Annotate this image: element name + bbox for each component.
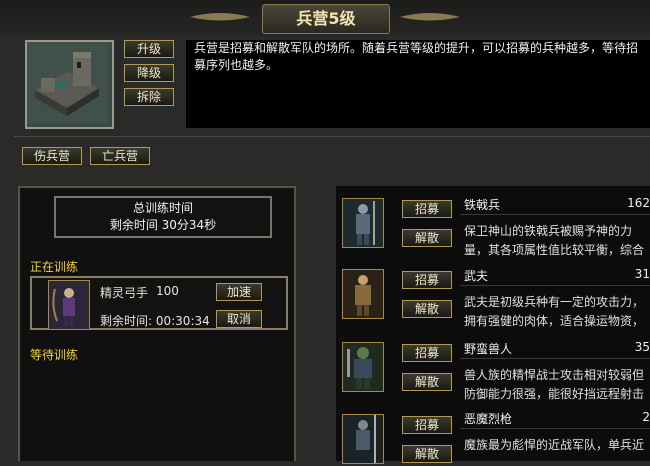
demolish-button[interactable]: 拆除 [124,88,174,106]
dismiss-button[interactable]: 解散 [402,300,452,318]
unit-description: 武夫是初级兵种有一定的攻击力， 拥有强健的肉体，适合操运物资， [464,293,650,331]
warrior-portrait [342,269,384,319]
unit-name: 铁戟兵 [464,198,501,212]
total-training-label: 总训练时间 [132,201,193,215]
unit-description-line: 兽人族的精悍战士攻击相对较弱但 [464,368,645,382]
divider [460,214,650,215]
in-training-label: 正在训练 [30,260,79,274]
total-remaining-time: 剩余时间 30分34秒 [109,218,217,232]
unit-name: 武夫 [464,269,489,283]
divider [460,285,650,286]
unit-count: 2 [642,410,650,424]
building-description: 兵营是招募和解散军队的场所。随着兵营等级的提升，可以招募的兵种越多，等待招募序列… [186,40,650,128]
recruit-button[interactable]: 招募 [402,271,452,289]
unit-count: 35 [634,340,650,354]
cancel-training-button[interactable]: 取消 [216,310,262,328]
unit-description: 保卫神山的铁戟兵被赐予神的力 量，其各项属性值比较平衡，综合 [464,222,650,260]
tab-wounded-camp[interactable]: 伤兵营 [22,147,82,165]
unit-description-line: 武夫是初级兵种有一定的攻击力， [464,295,645,309]
training-time-remaining: 剩余时间: 00:30:34 [100,314,210,328]
divider [460,428,650,429]
unit-row-savage-orc: 招募 解散 野蛮兽人 35 兽人族的精悍战士攻击相对较弱但 防御能力很强，能很好… [336,336,650,406]
speedup-button[interactable]: 加速 [216,283,262,301]
unit-count: 162 [627,196,650,210]
unit-row-demon-spear: 招募 解散 恶魔烈枪 2 魔族最为彪悍的近战军队，单兵近 [336,406,650,464]
unit-description: 魔族最为彪悍的近战军队，单兵近 [464,436,650,455]
recruit-button[interactable]: 招募 [402,200,452,218]
training-item: 精灵弓手 100 剩余时间: 00:30:34 加速 取消 [30,276,288,330]
unit-description-line: 保卫神山的铁戟兵被赐予神的力 [464,224,633,238]
unit-name: 恶魔烈枪 [464,412,513,426]
unit-count: 31 [634,267,650,281]
divider [14,136,650,137]
unit-description: 兽人族的精悍战士攻击相对较弱但 防御能力很强，能很好挡远程射击 [464,366,650,404]
unit-description-line: 拥有强健的肉体，适合操运物资， [464,314,645,328]
dismiss-button[interactable]: 解散 [402,373,452,391]
elf-archer-portrait [48,280,90,330]
recruit-button[interactable]: 招募 [402,416,452,434]
page-title: 兵营5级 [262,4,390,34]
training-unit-count: 100 [156,284,179,298]
unit-row-warrior: 招募 解散 武夫 31 武夫是初级兵种有一定的攻击力， 拥有强健的肉体，适合操运… [336,263,650,333]
upgrade-button[interactable]: 升级 [124,40,174,58]
unit-name: 野蛮兽人 [464,342,513,356]
tab-dead-camp[interactable]: 亡兵营 [90,147,150,165]
downgrade-button[interactable]: 降级 [124,64,174,82]
dismiss-button[interactable]: 解散 [402,229,452,247]
training-unit-name: 精灵弓手 [100,286,149,300]
unit-description-line: 魔族最为彪悍的近战军队，单兵近 [464,438,645,452]
barracks-image [25,40,114,129]
total-training-timer: 总训练时间 剩余时间 30分34秒 [54,196,272,238]
iron-halberd-portrait [342,198,384,248]
divider [460,358,650,359]
unit-description-line: 量，其各项属性值比较平衡，综合 [464,243,645,257]
right-ornament-icon [400,12,460,22]
demon-spear-portrait [342,414,384,464]
waiting-training-label: 等待训练 [30,348,79,362]
left-ornament-icon [190,12,250,22]
savage-orc-portrait [342,342,384,392]
unit-description-line: 防御能力很强，能很好挡远程射击 [464,387,645,401]
recruit-button[interactable]: 招募 [402,344,452,362]
dismiss-button[interactable]: 解散 [402,445,452,463]
unit-row-iron-halberd: 招募 解散 铁戟兵 162 保卫神山的铁戟兵被赐予神的力 量，其各项属性值比较平… [336,192,650,262]
